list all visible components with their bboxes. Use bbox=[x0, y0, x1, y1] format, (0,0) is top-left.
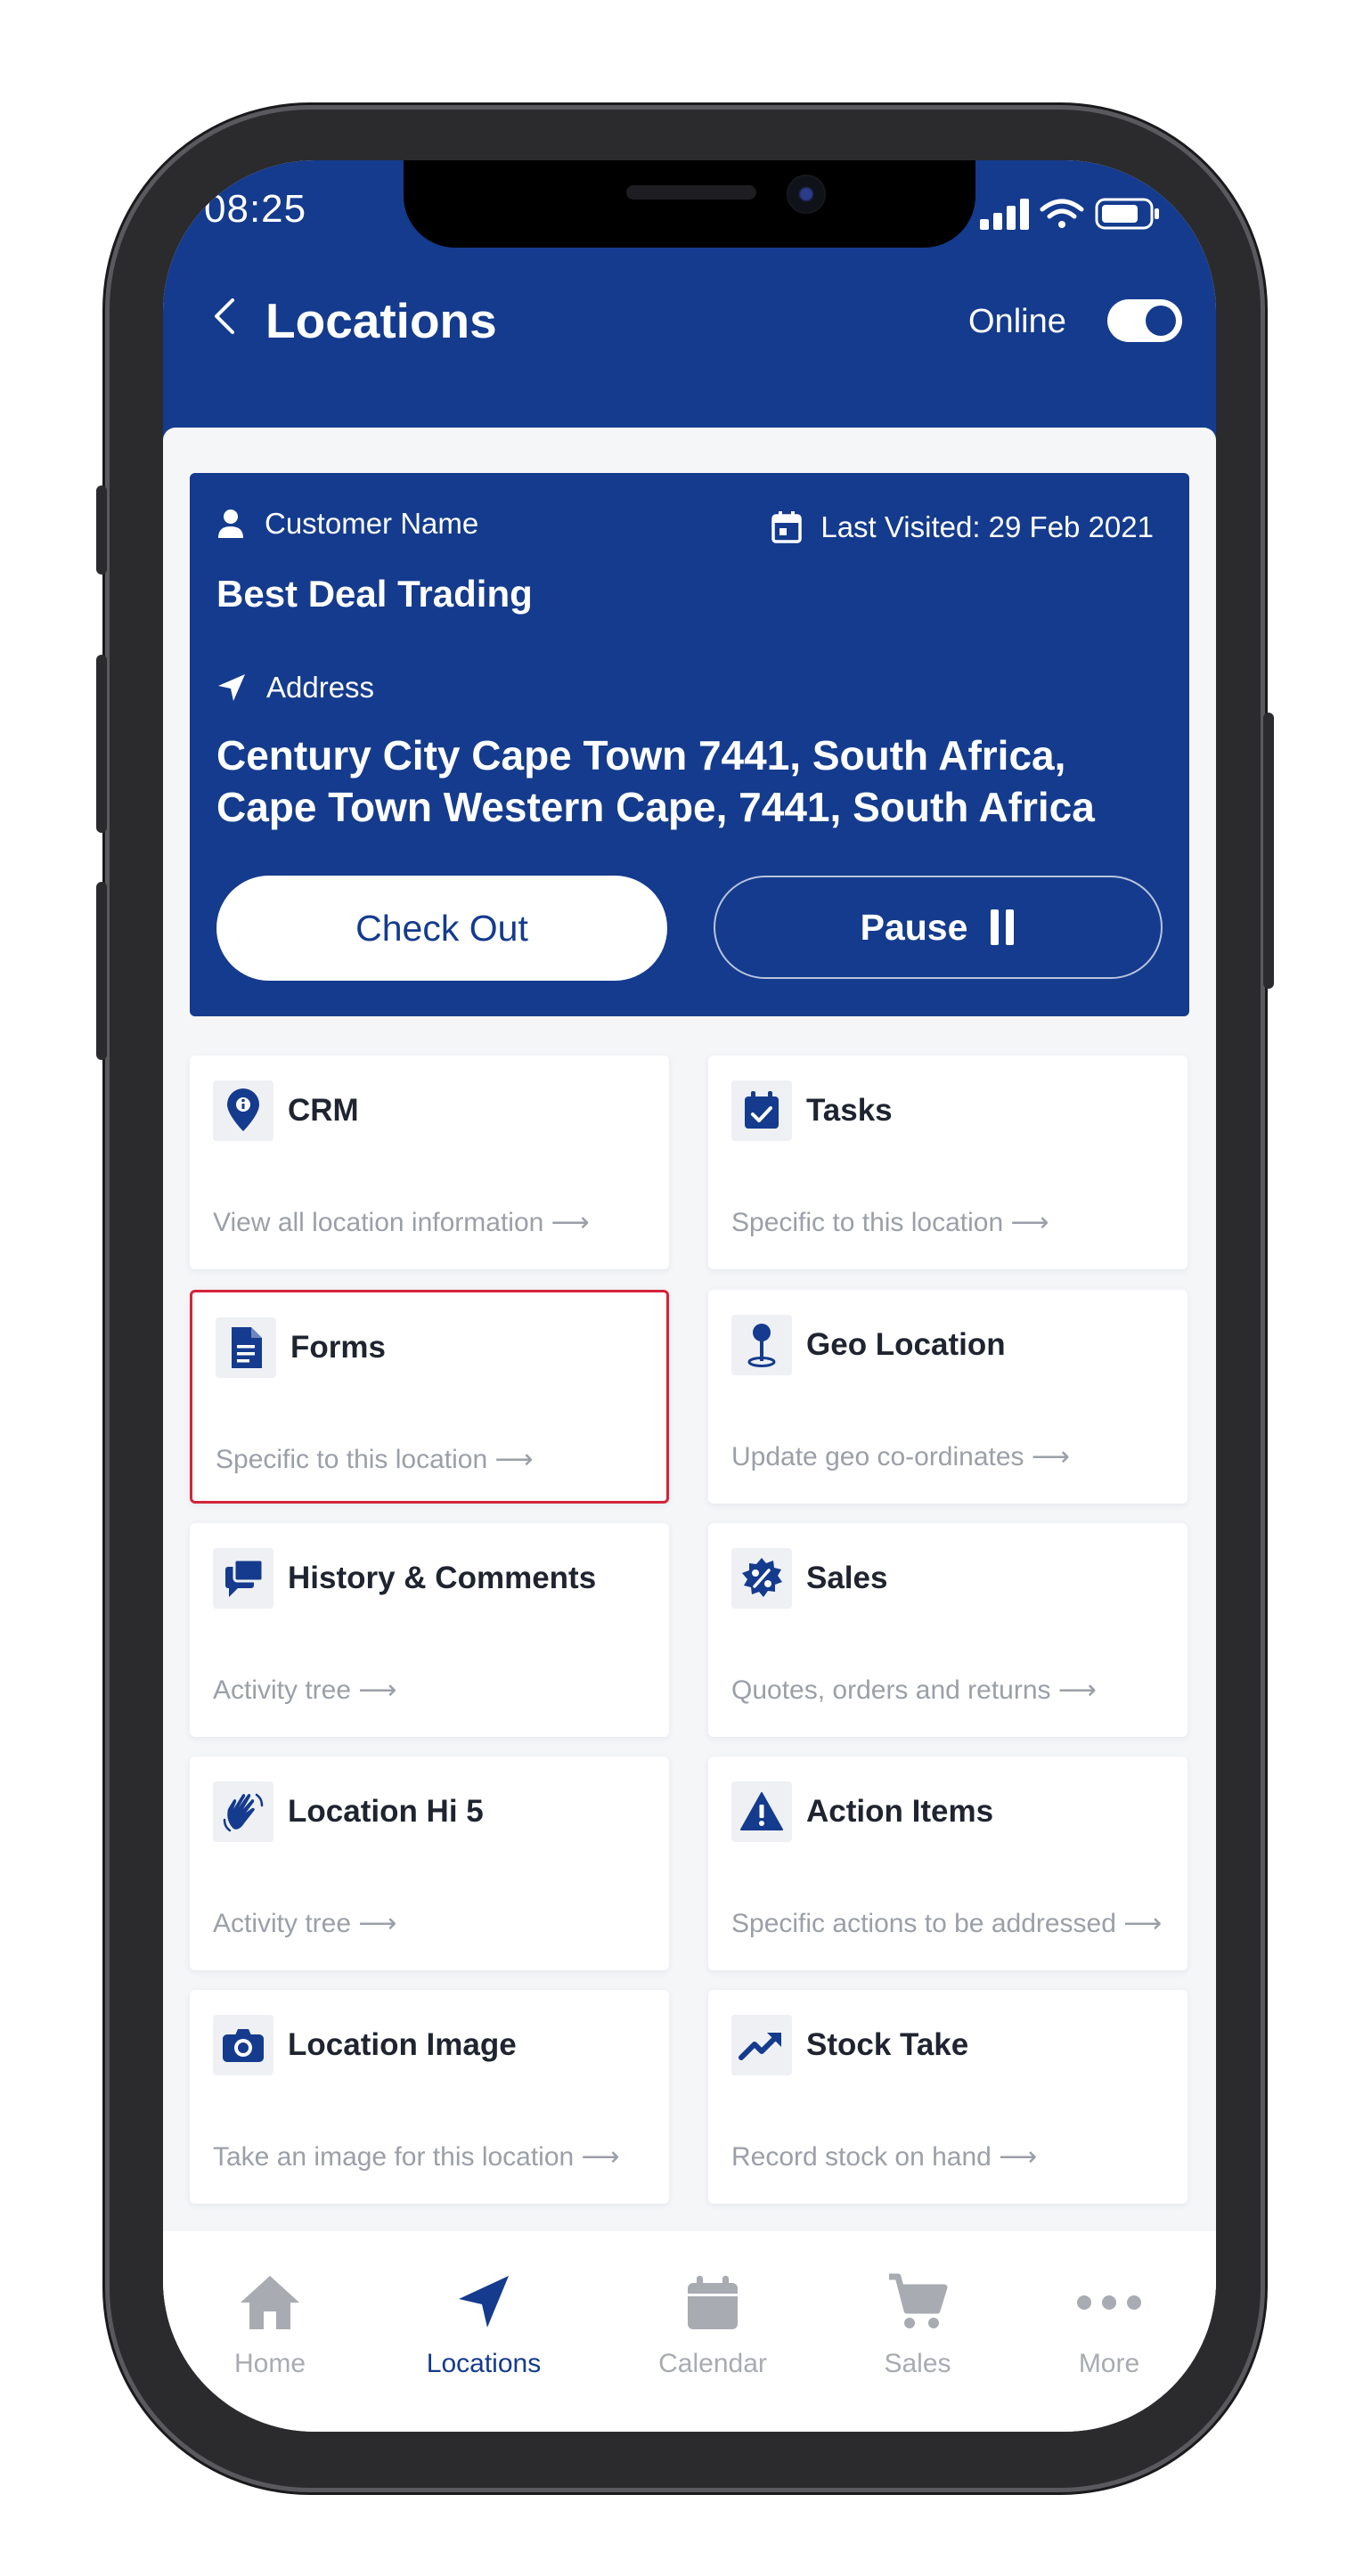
nav-label: More bbox=[1078, 2349, 1140, 2378]
tile-geo-location[interactable]: Geo Location Update geo co-ordinates ⟶ bbox=[708, 1290, 1188, 1504]
nav-locations[interactable]: Locations bbox=[395, 2267, 573, 2379]
page-title: Locations bbox=[265, 293, 497, 348]
nav-label: Sales bbox=[884, 2349, 951, 2378]
pause-icon bbox=[991, 909, 1015, 945]
tile-subtitle: View all location information ⟶ bbox=[213, 1208, 590, 1237]
online-label: Online bbox=[968, 303, 1066, 340]
speaker-grille bbox=[626, 185, 756, 200]
calendar-icon bbox=[771, 511, 803, 543]
tile-subtitle: Specific to this location ⟶ bbox=[731, 1208, 1049, 1237]
waving-hand-icon bbox=[213, 1781, 273, 1842]
home-icon bbox=[181, 2267, 359, 2338]
pause-label: Pause bbox=[860, 906, 968, 948]
tile-location-image[interactable]: Location Image Take an image for this lo… bbox=[190, 1990, 669, 2204]
location-info-icon bbox=[213, 1080, 273, 1141]
customer-name-label: Customer Name bbox=[265, 507, 479, 540]
nav-sales[interactable]: Sales bbox=[828, 2267, 1007, 2379]
front-camera bbox=[787, 175, 826, 214]
more-dots-icon bbox=[1020, 2267, 1198, 2338]
tile-subtitle: Update geo co-ordinates ⟶ bbox=[731, 1442, 1070, 1471]
last-visited-date: Last Visited: 29 Feb 2021 bbox=[820, 510, 1154, 543]
tile-stock-take[interactable]: Stock Take Record stock on hand ⟶ bbox=[708, 1990, 1188, 2204]
online-toggle[interactable] bbox=[1107, 299, 1182, 342]
volume-down-button bbox=[96, 882, 107, 1060]
map-pin-icon bbox=[731, 1315, 792, 1375]
customer-name-label-row: Customer Name bbox=[216, 507, 478, 541]
nav-label: Locations bbox=[426, 2349, 542, 2378]
volume-up-button bbox=[96, 655, 107, 833]
trending-up-icon bbox=[731, 2015, 792, 2075]
nav-more[interactable]: More bbox=[1020, 2267, 1198, 2379]
customer-card: Customer Name Last Visited: 29 Feb 2021 … bbox=[190, 473, 1189, 1016]
tile-tasks[interactable]: Tasks Specific to this location ⟶ bbox=[708, 1056, 1188, 1269]
customer-name: Best Deal Trading bbox=[216, 573, 533, 615]
tile-title: Sales bbox=[806, 1561, 888, 1595]
camera-icon bbox=[213, 2015, 273, 2075]
tile-subtitle: Quotes, orders and returns ⟶ bbox=[731, 1675, 1097, 1705]
pause-button[interactable]: Pause bbox=[714, 876, 1163, 979]
tile-title: CRM bbox=[288, 1093, 359, 1128]
address-label-row: Address bbox=[216, 671, 374, 705]
tile-title: Location Hi 5 bbox=[288, 1794, 484, 1829]
bottom-nav: Home Locations Calendar Sales More bbox=[163, 2231, 1216, 2432]
tile-title: Forms bbox=[290, 1330, 386, 1365]
tile-forms[interactable]: Forms Specific to this location ⟶ bbox=[190, 1290, 669, 1504]
comments-icon bbox=[213, 1548, 273, 1609]
tile-title: Action Items bbox=[806, 1794, 994, 1829]
tile-subtitle: Activity tree ⟶ bbox=[213, 1909, 397, 1938]
check-out-label: Check Out bbox=[355, 907, 528, 949]
tile-subtitle: Specific actions to be addressed ⟶ bbox=[731, 1909, 1163, 1938]
tile-history-comments[interactable]: History & Comments Activity tree ⟶ bbox=[190, 1523, 669, 1737]
tile-sales[interactable]: Sales Quotes, orders and returns ⟶ bbox=[708, 1523, 1188, 1737]
mute-switch bbox=[96, 485, 107, 575]
power-button bbox=[1263, 713, 1274, 989]
last-visited-row: Last Visited: 29 Feb 2021 bbox=[771, 510, 1154, 544]
navigation-arrow-icon bbox=[218, 674, 245, 701]
nav-label: Calendar bbox=[658, 2349, 767, 2378]
customer-address: Century City Cape Town 7441, South Afric… bbox=[216, 732, 1095, 830]
tile-subtitle: Record stock on hand ⟶ bbox=[731, 2142, 1038, 2172]
tile-crm[interactable]: CRM View all location information ⟶ bbox=[190, 1056, 669, 1269]
notch bbox=[404, 160, 975, 248]
nav-label: Home bbox=[233, 2349, 306, 2378]
tile-title: Geo Location bbox=[806, 1327, 1006, 1362]
calendar-icon bbox=[624, 2267, 802, 2338]
tile-title: Location Image bbox=[288, 2027, 517, 2062]
nav-home[interactable]: Home bbox=[181, 2267, 359, 2379]
tile-title: Stock Take bbox=[806, 2027, 969, 2062]
cart-icon bbox=[828, 2267, 1007, 2338]
tile-action-items[interactable]: Action Items Specific actions to be addr… bbox=[708, 1757, 1188, 1970]
tile-location-hi5[interactable]: Location Hi 5 Activity tree ⟶ bbox=[190, 1757, 669, 1970]
battery-icon bbox=[1095, 198, 1159, 230]
warning-icon bbox=[731, 1781, 792, 1842]
status-icons bbox=[978, 194, 1183, 238]
discount-badge-icon bbox=[731, 1548, 792, 1609]
chevron-left-icon bbox=[215, 298, 234, 334]
signal-icon bbox=[980, 199, 1029, 230]
tile-title: History & Comments bbox=[288, 1561, 597, 1595]
back-button[interactable] bbox=[199, 289, 252, 343]
navigation-arrow-icon bbox=[395, 2267, 573, 2338]
tile-title: Tasks bbox=[806, 1093, 893, 1128]
phone-screen: 08:25 Locations Online Customer Name Las… bbox=[163, 160, 1216, 2432]
tile-subtitle: Activity tree ⟶ bbox=[213, 1675, 397, 1705]
calendar-check-icon bbox=[731, 1080, 792, 1141]
address-label: Address bbox=[266, 671, 375, 704]
person-icon bbox=[218, 509, 243, 538]
nav-calendar[interactable]: Calendar bbox=[624, 2267, 802, 2379]
tile-subtitle: Specific to this location ⟶ bbox=[216, 1445, 534, 1474]
tile-subtitle: Take an image for this location ⟶ bbox=[213, 2142, 620, 2172]
toggle-knob bbox=[1146, 306, 1176, 336]
wifi-icon bbox=[1040, 199, 1084, 228]
check-out-button[interactable]: Check Out bbox=[216, 876, 667, 981]
document-icon bbox=[216, 1317, 276, 1378]
status-time: 08:25 bbox=[204, 187, 307, 231]
